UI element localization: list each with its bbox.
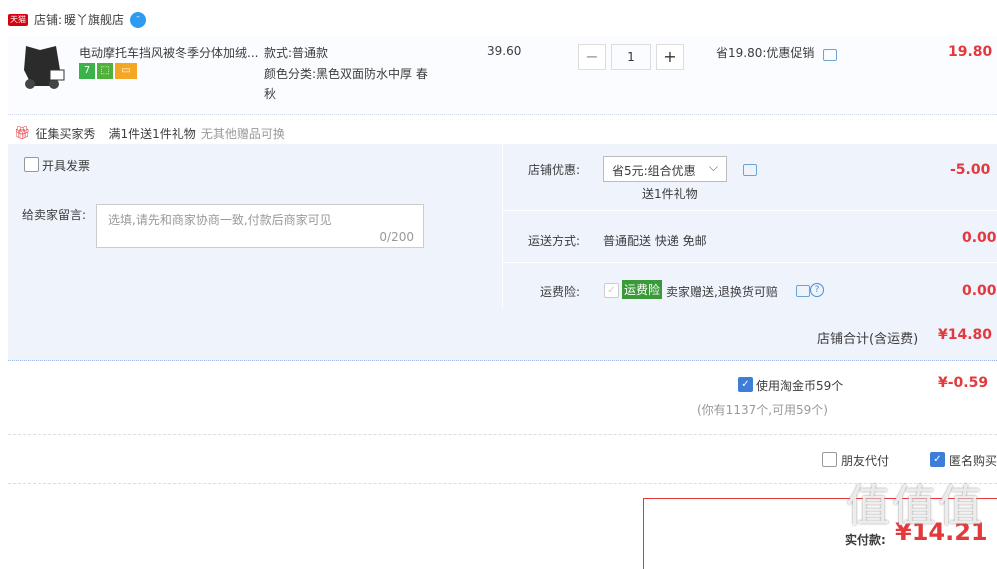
credit-card-icon[interactable]: ▭ (115, 63, 137, 79)
store-discount-selected: 省5元:组合优惠 (612, 164, 696, 178)
insurance-desc: 卖家赠送,退换货可赔 (666, 285, 778, 299)
shipping-label: 运送方式: (528, 234, 581, 248)
store-discount-sub: 送1件礼物 (642, 187, 698, 201)
store-total-label: 店铺合计(含运费) (817, 332, 919, 347)
gift-title[interactable]: 征集买家秀 (36, 125, 96, 142)
friend-pay-label[interactable]: 朋友代付 (841, 452, 889, 469)
discount-comment-icon[interactable] (743, 164, 757, 176)
store-discount-select[interactable]: 省5元:组合优惠 ⌵ (603, 156, 727, 182)
message-textarea[interactable]: 选填,请先和商家协商一致,付款后商家可见 0/200 (96, 204, 424, 248)
coins-label[interactable]: 使用淘金币59个 (756, 377, 843, 394)
store-header: 天猫 店铺: 暖丫旗舰店 ᵔ (8, 11, 147, 28)
gift-icon: 🎁︎ (14, 126, 31, 141)
anonymous-checkbox[interactable]: ✓ (930, 452, 945, 467)
quantity-plus-button[interactable]: + (656, 44, 684, 70)
store-total-amount: ¥14.80 (938, 327, 993, 343)
site-watermark: 值值值 (846, 481, 984, 532)
insurance-label: 运费险: (540, 285, 581, 299)
quantity-minus-button[interactable]: − (578, 44, 606, 70)
quantity-input[interactable]: 1 (611, 44, 651, 70)
insurance-amount: 0.00 (962, 283, 997, 299)
coins-amount: ¥-0.59 (938, 375, 989, 391)
store-name-link[interactable]: 暖丫旗舰店 (64, 11, 124, 28)
shipping-value: 普通配送 快递 免邮 (603, 234, 707, 248)
item-badges: 7 ⬚ ▭ (79, 63, 139, 79)
unit-price: 39.60 (487, 44, 522, 58)
product-thumbnail[interactable] (16, 40, 68, 92)
item-subtotal: 19.80 (948, 44, 993, 60)
tmall-logo: 天猫 (8, 13, 28, 26)
seven-day-return-icon[interactable]: 7 (79, 63, 95, 79)
message-placeholder: 选填,请先和商家协商一致,付款后商家可见 (108, 213, 332, 227)
insurance-tag: 运费险 (622, 280, 663, 299)
spec-style: 款式:普通款 (264, 46, 329, 60)
item-promo: 省19.80:优惠促销 (716, 46, 815, 60)
insurance-comment-icon[interactable] (796, 285, 810, 297)
insurance-checkbox[interactable]: ✓ (604, 283, 619, 298)
spec-color: 颜色分类:黑色双面防水中厚 春 (264, 67, 428, 81)
invoice-label[interactable]: 开具发票 (42, 157, 90, 174)
guarantee-icon[interactable]: ⬚ (97, 63, 113, 79)
friend-pay-checkbox[interactable] (822, 452, 837, 467)
use-coins-checkbox[interactable]: ✓ (738, 377, 753, 392)
gift-note: 无其他赠品可换 (200, 127, 285, 141)
store-discount-label: 店铺优惠: (528, 163, 581, 177)
item-title-link[interactable]: 电动摩托车挡风被冬季分体加绒... (79, 44, 259, 61)
anonymous-label[interactable]: 匿名购买 (949, 452, 997, 469)
message-label: 给卖家留言: (22, 208, 87, 222)
store-label: 店铺: (34, 13, 63, 27)
divider (8, 434, 997, 435)
gift-row: 🎁︎ 征集买家秀 满1件送1件礼物 无其他赠品可换 (14, 125, 285, 142)
message-counter: 0/200 (379, 230, 414, 244)
spec-color-line2: 秋 (264, 87, 277, 101)
promo-comment-icon[interactable] (823, 49, 837, 61)
wangwang-chat-icon[interactable]: ᵔ (130, 11, 147, 28)
gift-desc: 满1件送1件礼物 (108, 127, 196, 141)
quantity-stepper: − 1 + (578, 44, 684, 70)
coins-sub: (你有1137个,可用59个) (697, 403, 828, 417)
invoice-checkbox[interactable] (24, 157, 39, 172)
shipping-amount: 0.00 (962, 230, 997, 246)
chevron-down-icon: ⌵ (708, 160, 718, 174)
help-icon[interactable]: ? (810, 283, 824, 297)
store-discount-amount: -5.00 (950, 162, 991, 178)
